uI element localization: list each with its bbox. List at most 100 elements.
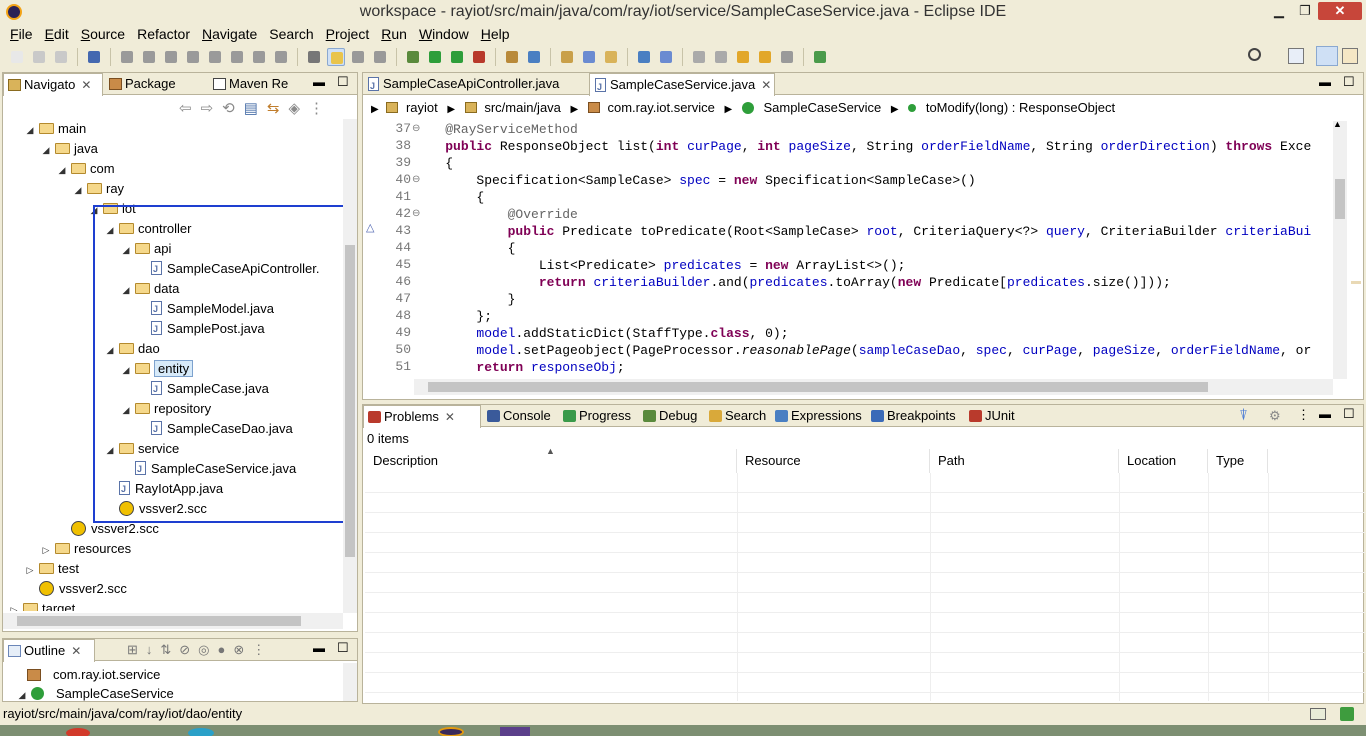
tab-samplecaseapicontroller[interactable]: SampleCaseApiController.java: [363, 73, 587, 97]
tree-java-file[interactable]: SampleCaseDao.java: [137, 419, 293, 439]
debug-perspective-icon[interactable]: [1342, 48, 1358, 64]
tab-package[interactable]: Package: [105, 73, 205, 95]
breadcrumb-source[interactable]: src/main/java: [484, 100, 561, 115]
scroll-up-icon[interactable]: ▲: [1333, 119, 1342, 129]
menu-navigate[interactable]: Navigate: [196, 24, 263, 44]
tree-folder[interactable]: ◢ java: [41, 139, 98, 159]
tab-problems[interactable]: Problems ✕: [363, 405, 481, 428]
link-editor-icon[interactable]: ⇆: [267, 100, 289, 117]
chevron-down-icon[interactable]: ◢: [121, 360, 131, 380]
tree-hscrollbar[interactable]: [3, 613, 343, 629]
maximize-view-icon[interactable]: ☐: [337, 74, 349, 90]
view-menu-icon[interactable]: ⋮: [1297, 407, 1310, 423]
open-perspective-icon[interactable]: [1288, 48, 1304, 64]
tree-folder[interactable]: ◢ controller: [105, 219, 192, 240]
taskbar-app-icon[interactable]: [500, 727, 530, 736]
tree-folder[interactable]: ◢ repository: [121, 399, 212, 420]
tree-java-file[interactable]: SampleCaseService.java: [121, 459, 296, 479]
forward-nav-icon[interactable]: [778, 48, 796, 66]
chevron-down-icon[interactable]: ◢: [121, 400, 131, 420]
restore-button[interactable]: ❐: [1292, 2, 1318, 20]
new-icon[interactable]: [8, 48, 26, 66]
outline-vscrollbar[interactable]: [343, 663, 357, 701]
search-icon[interactable]: [1248, 48, 1261, 61]
update-icon[interactable]: [1340, 707, 1354, 721]
skip-breakpoints-icon[interactable]: [118, 48, 136, 66]
run-icon[interactable]: [426, 48, 444, 66]
view-menu-icon[interactable]: ⋮: [309, 100, 333, 117]
tab-progress[interactable]: Progress: [559, 405, 637, 427]
chevron-down-icon[interactable]: ◢: [105, 340, 115, 360]
back-icon[interactable]: ⇦: [179, 100, 201, 117]
tree-java-file[interactable]: SampleCase.java: [137, 379, 269, 399]
code-area[interactable]: @RayServiceMethod public ResponseObject …: [414, 121, 1332, 377]
tree-folder[interactable]: ◢ api: [121, 239, 172, 259]
tree-folder[interactable]: ◢ dao: [105, 339, 160, 359]
maximize-view-icon[interactable]: ☐: [337, 640, 349, 656]
column-resource[interactable]: Resource: [737, 449, 930, 473]
forward-icon[interactable]: ⇨: [201, 100, 223, 117]
open-type-icon[interactable]: [558, 48, 576, 66]
debug-icon[interactable]: [404, 48, 422, 66]
step-return-icon[interactable]: [272, 48, 290, 66]
tree-file[interactable]: vssver2.scc: [25, 579, 127, 599]
minimize-view-icon[interactable]: ▬: [313, 75, 325, 89]
breadcrumb-method[interactable]: toModify(long) : ResponseObject: [926, 100, 1115, 115]
tab-navigator[interactable]: Navigato ✕: [3, 73, 103, 96]
taskbar-eclipse-icon[interactable]: [438, 727, 464, 736]
collapse-all-icon[interactable]: ▤: [244, 100, 267, 117]
menu-run[interactable]: Run: [375, 24, 413, 44]
back-nav-icon[interactable]: [756, 48, 774, 66]
chevron-down-icon[interactable]: ◢: [73, 180, 83, 200]
override-marker-icon[interactable]: △: [366, 221, 374, 234]
tree-folder[interactable]: ◢ data: [121, 279, 180, 299]
column-path[interactable]: Path: [930, 449, 1119, 473]
tree-vscrollbar[interactable]: [343, 119, 357, 613]
chevron-down-icon[interactable]: ◢: [57, 160, 67, 180]
tree-folder[interactable]: ◢ ray: [73, 179, 125, 200]
menu-file[interactable]: File: [4, 24, 39, 44]
minimize-view-icon[interactable]: ▬: [313, 641, 325, 655]
breadcrumb-class[interactable]: SampleCaseService: [763, 100, 881, 115]
progress-icon[interactable]: [1310, 708, 1326, 720]
tab-search[interactable]: Search: [705, 405, 769, 427]
close-icon[interactable]: ✕: [761, 78, 771, 92]
filter-icon[interactable]: ⍒: [1239, 407, 1248, 424]
resume-icon[interactable]: [140, 48, 158, 66]
chevron-down-icon[interactable]: ◢: [89, 200, 99, 220]
open-task-icon[interactable]: [580, 48, 598, 66]
tree-folder[interactable]: ◢ service: [105, 439, 180, 459]
hscroll-thumb[interactable]: [17, 616, 301, 626]
outline-package[interactable]: com.ray.iot.service: [27, 665, 160, 685]
editor-hscrollbar[interactable]: [414, 379, 1333, 395]
chevron-down-icon[interactable]: ◢: [105, 220, 115, 240]
minimize-button[interactable]: ▁: [1266, 2, 1292, 20]
tab-junit[interactable]: JUnit: [965, 405, 1023, 427]
tab-maven[interactable]: Maven Re: [209, 73, 305, 95]
configure-icon[interactable]: ⚙: [1269, 408, 1281, 424]
overview-ruler[interactable]: [1349, 121, 1363, 379]
minimize-editor-icon[interactable]: ▬: [1319, 75, 1331, 89]
tree-file[interactable]: vssver2.scc: [105, 499, 207, 519]
tab-samplecaseservice[interactable]: SampleCaseService.java✕: [589, 73, 775, 98]
chevron-down-icon[interactable]: ◢: [41, 140, 51, 160]
maximize-view-icon[interactable]: ☐: [1343, 406, 1355, 422]
taskbar-app-icon[interactable]: [188, 728, 214, 736]
tree-folder[interactable]: ◢ iot: [89, 199, 136, 219]
overview-marker[interactable]: [1351, 281, 1361, 284]
tab-debug[interactable]: Debug: [639, 405, 703, 427]
tree-java-file[interactable]: SampleCaseApiController.: [137, 259, 319, 279]
external-tools-icon[interactable]: [470, 48, 488, 66]
mark-occurrences-icon[interactable]: [327, 48, 345, 66]
tree-folder[interactable]: ▷ resources: [41, 539, 132, 559]
chevron-right-icon[interactable]: ▷: [9, 600, 19, 611]
close-icon[interactable]: ✕: [81, 78, 91, 92]
outline-class[interactable]: ◢ SampleCaseService: [17, 684, 174, 704]
tab-expressions[interactable]: Expressions: [771, 405, 865, 427]
tree-file[interactable]: vssver2.scc: [57, 519, 159, 539]
taskbar-app-icon[interactable]: [66, 728, 90, 736]
save-all-icon[interactable]: [52, 48, 70, 66]
menu-project[interactable]: Project: [320, 24, 376, 44]
toggle-block-icon[interactable]: [305, 48, 323, 66]
menu-refactor[interactable]: Refactor: [131, 24, 196, 44]
